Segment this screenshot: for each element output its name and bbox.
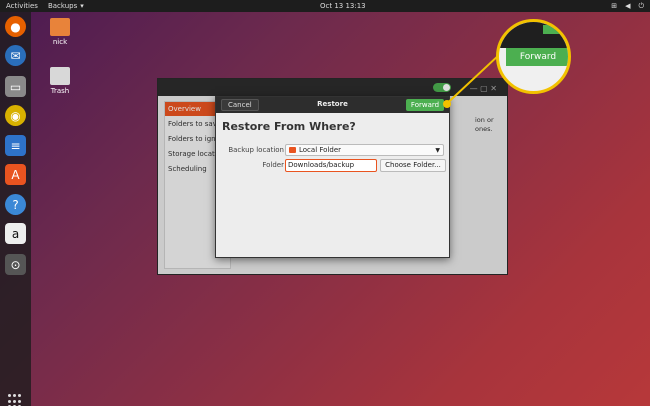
home-folder-icon	[50, 18, 70, 36]
chevron-down-icon: ▾	[80, 2, 84, 10]
clock[interactable]: Oct 13 13:13	[320, 2, 366, 10]
help-icon[interactable]: ?	[5, 194, 26, 215]
chevron-down-icon: ▼	[435, 146, 440, 154]
forward-button[interactable]: Forward	[406, 99, 444, 111]
choose-folder-button[interactable]: Choose Folder...	[380, 159, 446, 172]
amazon-icon[interactable]: a	[5, 223, 26, 244]
overview-text: ion or ones.	[475, 116, 494, 134]
desktop-icon-home[interactable]: nick	[45, 18, 75, 46]
restore-dialog: Restore Cancel Forward Restore From Wher…	[215, 96, 450, 258]
callout-magnifier: Forward	[496, 19, 571, 94]
thunderbird-icon[interactable]: ✉	[5, 45, 26, 66]
software-icon[interactable]: A	[5, 164, 26, 185]
files-icon[interactable]: ▭	[5, 76, 26, 97]
folder-icon	[289, 147, 296, 153]
power-icon[interactable]: ⏻	[638, 2, 644, 11]
overview-text-line: ones.	[475, 125, 493, 133]
backup-location-label: Backup location	[228, 146, 284, 154]
window-controls[interactable]: — ▢ ✕	[470, 84, 497, 93]
magnifier-toggle	[543, 25, 568, 34]
desktop-icon-label: nick	[52, 38, 68, 46]
folder-label: Folder	[262, 161, 284, 169]
folder-input[interactable]: Downloads/backup	[285, 159, 377, 172]
overview-text-line: ion or	[475, 116, 494, 124]
trash-icon	[50, 67, 70, 85]
desktop-icon-trash[interactable]: Trash	[45, 67, 75, 95]
callout-dot	[443, 100, 451, 108]
dialog-heading: Restore From Where?	[222, 120, 356, 133]
system-tray[interactable]: ⊞ ◀ ⏻	[611, 2, 644, 11]
magnified-forward-button: Forward	[506, 48, 568, 66]
desktop-icon-label: Trash	[50, 87, 70, 95]
app-menu-label: Backups	[47, 2, 78, 10]
app-menu[interactable]: Backups ▾	[48, 2, 84, 10]
firefox-icon[interactable]: ●	[5, 16, 26, 37]
backup-toggle[interactable]	[433, 83, 451, 92]
backups-icon[interactable]: ⊙	[5, 254, 26, 275]
show-applications-icon[interactable]	[8, 394, 23, 406]
dialog-header: Restore Cancel Forward	[216, 97, 449, 113]
top-bar: Activities Backups ▾ Oct 13 13:13 ⊞ ◀ ⏻	[0, 0, 650, 12]
backup-location-select[interactable]: Local Folder ▼	[285, 144, 444, 156]
network-icon[interactable]: ⊞	[611, 2, 617, 11]
cancel-button[interactable]: Cancel	[221, 99, 259, 111]
volume-icon[interactable]: ◀	[625, 2, 630, 11]
activities-button[interactable]: Activities	[6, 2, 38, 10]
rhythmbox-icon[interactable]: ◉	[5, 105, 26, 126]
dock: ● ✉ ▭ ◉ ≡ A ? a ⊙	[0, 12, 31, 406]
backup-location-value: Local Folder	[299, 146, 341, 154]
writer-icon[interactable]: ≡	[5, 135, 26, 156]
